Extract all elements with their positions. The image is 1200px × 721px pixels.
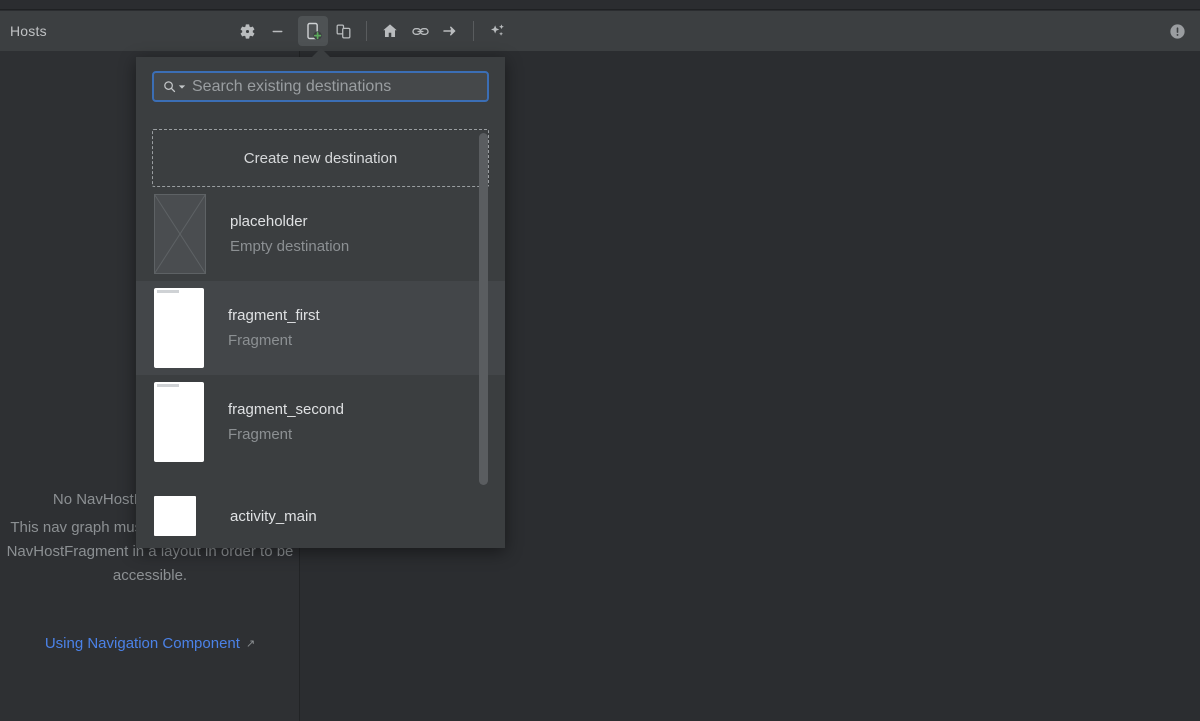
- search-input[interactable]: Search existing destinations: [152, 71, 489, 102]
- thumb-statusbar: [157, 290, 179, 293]
- arrow-right-icon[interactable]: [435, 16, 465, 46]
- toolbar-separator-2: [473, 21, 474, 41]
- list-item[interactable]: placeholder Empty destination: [136, 187, 505, 281]
- toolbar-title: Hosts: [10, 23, 47, 39]
- sparkle-icon[interactable]: [482, 16, 512, 46]
- list-item-texts: fragment_first Fragment: [228, 307, 320, 349]
- list-item-title: placeholder: [230, 213, 308, 230]
- home-icon[interactable]: [375, 16, 405, 46]
- navigation-editor: Hosts No This nav graph must NavHostFrag…: [0, 0, 1200, 721]
- activity-thumb-icon: [154, 496, 196, 536]
- link-label: Using Navigation Component: [44, 635, 240, 652]
- chevron-down-icon: [178, 84, 186, 89]
- search-area: Search existing destinations: [136, 57, 505, 112]
- list-item-subtitle: Empty destination: [230, 238, 350, 255]
- list-item[interactable]: fragment_first Fragment: [136, 281, 505, 375]
- minus-icon[interactable]: [262, 16, 292, 46]
- list-item-subtitle: Fragment: [228, 426, 293, 443]
- destination-picker-popup: Search existing destinations Create new …: [136, 57, 505, 548]
- list-item[interactable]: activity_main: [136, 469, 505, 548]
- warning-icon[interactable]: [1162, 16, 1192, 46]
- new-destination-icon[interactable]: [298, 16, 328, 46]
- list-item-texts: activity_main: [230, 508, 317, 525]
- fragment-thumb-icon: [154, 382, 204, 462]
- create-new-destination-button[interactable]: Create new destination: [152, 129, 489, 187]
- list-item-texts: fragment_second Fragment: [228, 401, 344, 443]
- search-placeholder: Search existing destinations: [192, 77, 392, 95]
- editor-toolbar: Hosts: [0, 11, 1200, 51]
- create-new-destination-label: Create new destination: [243, 149, 398, 167]
- popup-pointer: [312, 48, 330, 57]
- toolbar-separator: [366, 21, 367, 41]
- placeholder-thumb-icon: [154, 194, 206, 274]
- list-item-subtitle: Fragment: [228, 332, 293, 349]
- gear-icon[interactable]: [232, 16, 262, 46]
- search-icon: [162, 79, 186, 94]
- list-item-title: activity_main: [230, 507, 317, 525]
- window-top-strip: [0, 0, 1200, 10]
- list-item-title: fragment_second: [228, 401, 344, 418]
- list-item-title: fragment_first: [228, 307, 320, 324]
- list-item[interactable]: fragment_second Fragment: [136, 375, 505, 469]
- thumb-statusbar: [157, 384, 179, 387]
- destination-list: Create new destination placeholder Empty…: [136, 129, 505, 548]
- list-scrollbar-thumb[interactable]: [479, 133, 488, 485]
- fragment-thumb-icon: [154, 288, 204, 368]
- using-navigation-component-link[interactable]: Using Navigation Component ↗: [0, 635, 300, 652]
- toolbar-buttons: [232, 11, 512, 51]
- new-nested-graph-icon[interactable]: [328, 16, 358, 46]
- list-item-texts: placeholder Empty destination: [230, 213, 349, 255]
- external-link-icon: ↗: [245, 638, 256, 650]
- toolbar-status: [1162, 11, 1192, 51]
- link-icon[interactable]: [405, 16, 435, 46]
